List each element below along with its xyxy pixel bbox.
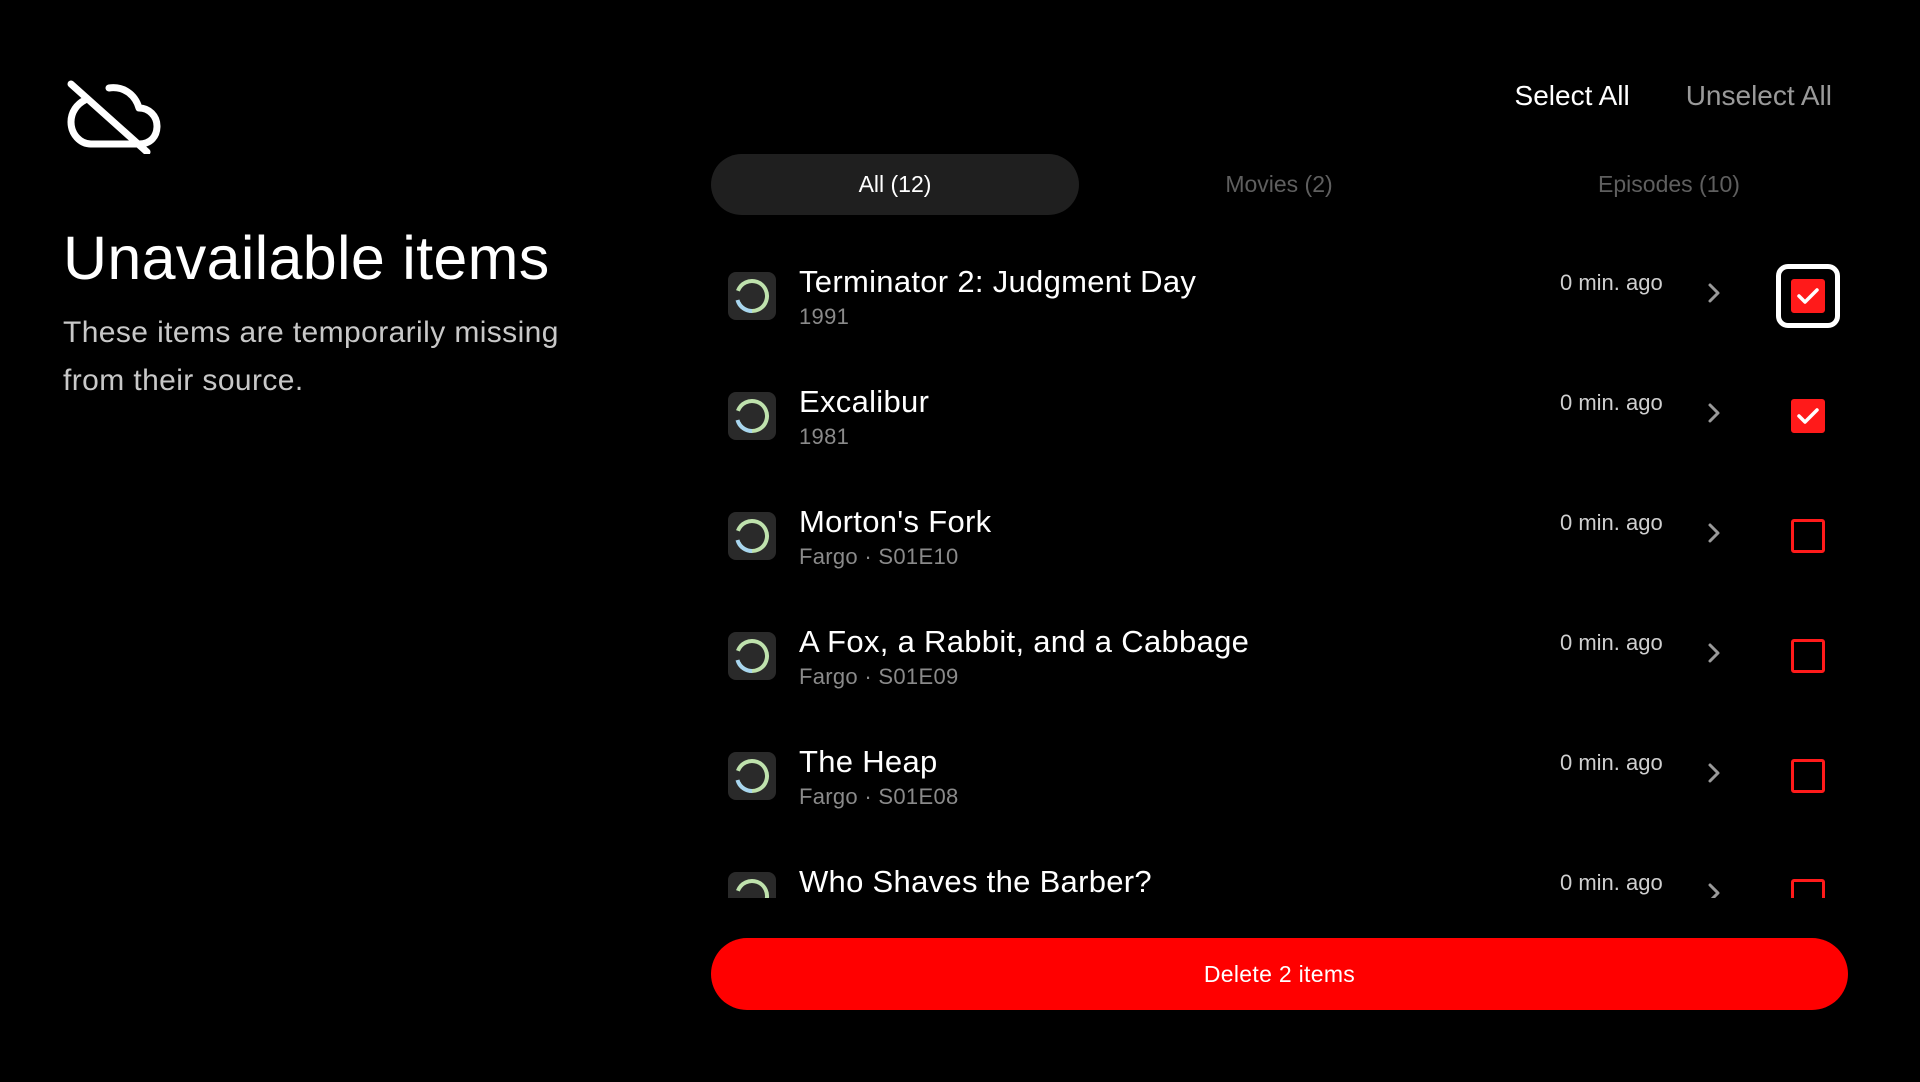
list-item[interactable]: Who Shaves the Barber? 0 min. ago <box>711 838 1859 898</box>
item-time: 0 min. ago <box>1560 390 1663 415</box>
item-checkbox-wrap <box>1776 504 1840 568</box>
subtitle-line-2: from their source. <box>63 364 304 397</box>
page-title: Unavailable items <box>63 224 550 292</box>
loading-spinner-icon <box>728 632 776 680</box>
item-subtitle: Fargo · S01E09 <box>799 664 959 689</box>
item-time: 0 min. ago <box>1560 630 1663 655</box>
item-checkbox-wrap <box>1776 864 1840 898</box>
list-item[interactable]: Excalibur 1981 0 min. ago <box>711 358 1859 478</box>
tab-all[interactable]: All (12) <box>711 154 1079 215</box>
tab-movies[interactable]: Movies (2) <box>1079 154 1479 215</box>
item-checkbox[interactable] <box>1791 519 1825 553</box>
chevron-right-icon[interactable] <box>1707 642 1721 664</box>
chevron-right-icon[interactable] <box>1707 762 1721 784</box>
item-checkbox-wrap <box>1776 624 1840 688</box>
item-title: The Heap <box>799 744 938 779</box>
item-title: A Fox, a Rabbit, and a Cabbage <box>799 624 1250 659</box>
item-subtitle: 1981 <box>799 424 850 449</box>
left-panel: Unavailable items These items are tempor… <box>63 78 643 405</box>
checkmark-icon <box>1797 288 1819 304</box>
item-checkbox[interactable] <box>1791 639 1825 673</box>
item-checkbox[interactable] <box>1791 399 1825 433</box>
tab-episodes[interactable]: Episodes (10) <box>1479 154 1859 215</box>
item-title: Morton's Fork <box>799 504 992 539</box>
loading-spinner-icon <box>728 392 776 440</box>
page-subtitle: These items are temporarily missing from… <box>63 309 643 405</box>
loading-spinner-icon <box>728 272 776 320</box>
chevron-right-icon[interactable] <box>1707 522 1721 544</box>
unselect-all-button[interactable]: Unselect All <box>1686 80 1832 112</box>
item-checkbox[interactable] <box>1791 879 1825 898</box>
item-checkbox-wrap <box>1776 744 1840 808</box>
select-all-button[interactable]: Select All <box>1515 80 1630 112</box>
loading-spinner-icon <box>728 872 776 898</box>
loading-spinner-icon <box>728 512 776 560</box>
checkmark-icon <box>1797 408 1819 424</box>
item-time: 0 min. ago <box>1560 750 1663 775</box>
chevron-right-icon[interactable] <box>1707 402 1721 424</box>
item-title: Terminator 2: Judgment Day <box>799 264 1197 299</box>
item-time: 0 min. ago <box>1560 510 1663 535</box>
item-subtitle: 1991 <box>799 304 850 329</box>
chevron-right-icon[interactable] <box>1707 282 1721 304</box>
item-time: 0 min. ago <box>1560 870 1663 895</box>
items-list[interactable]: Terminator 2: Judgment Day 1991 0 min. a… <box>711 238 1859 898</box>
chevron-right-icon[interactable] <box>1707 882 1721 898</box>
list-item[interactable]: Morton's Fork Fargo · S01E10 0 min. ago <box>711 478 1859 598</box>
cloud-off-icon <box>67 80 161 154</box>
item-checkbox[interactable] <box>1791 759 1825 793</box>
loading-spinner-icon <box>728 752 776 800</box>
item-checkbox-wrap <box>1776 384 1840 448</box>
item-subtitle: Fargo · S01E08 <box>799 784 959 809</box>
list-item[interactable]: The Heap Fargo · S01E08 0 min. ago <box>711 718 1859 838</box>
delete-items-button[interactable]: Delete 2 items <box>711 938 1848 1010</box>
item-checkbox-focus <box>1776 264 1840 328</box>
list-item[interactable]: A Fox, a Rabbit, and a Cabbage Fargo · S… <box>711 598 1859 718</box>
filter-tabs: All (12) Movies (2) Episodes (10) <box>711 154 1859 215</box>
item-checkbox[interactable] <box>1791 279 1825 313</box>
item-subtitle: Fargo · S01E10 <box>799 544 959 569</box>
selection-actions: Select All Unselect All <box>1515 80 1832 112</box>
item-title: Who Shaves the Barber? <box>799 864 1152 898</box>
item-title: Excalibur <box>799 384 930 419</box>
item-time: 0 min. ago <box>1560 270 1663 295</box>
list-item[interactable]: Terminator 2: Judgment Day 1991 0 min. a… <box>711 238 1859 358</box>
subtitle-line-1: These items are temporarily missing <box>63 316 559 349</box>
